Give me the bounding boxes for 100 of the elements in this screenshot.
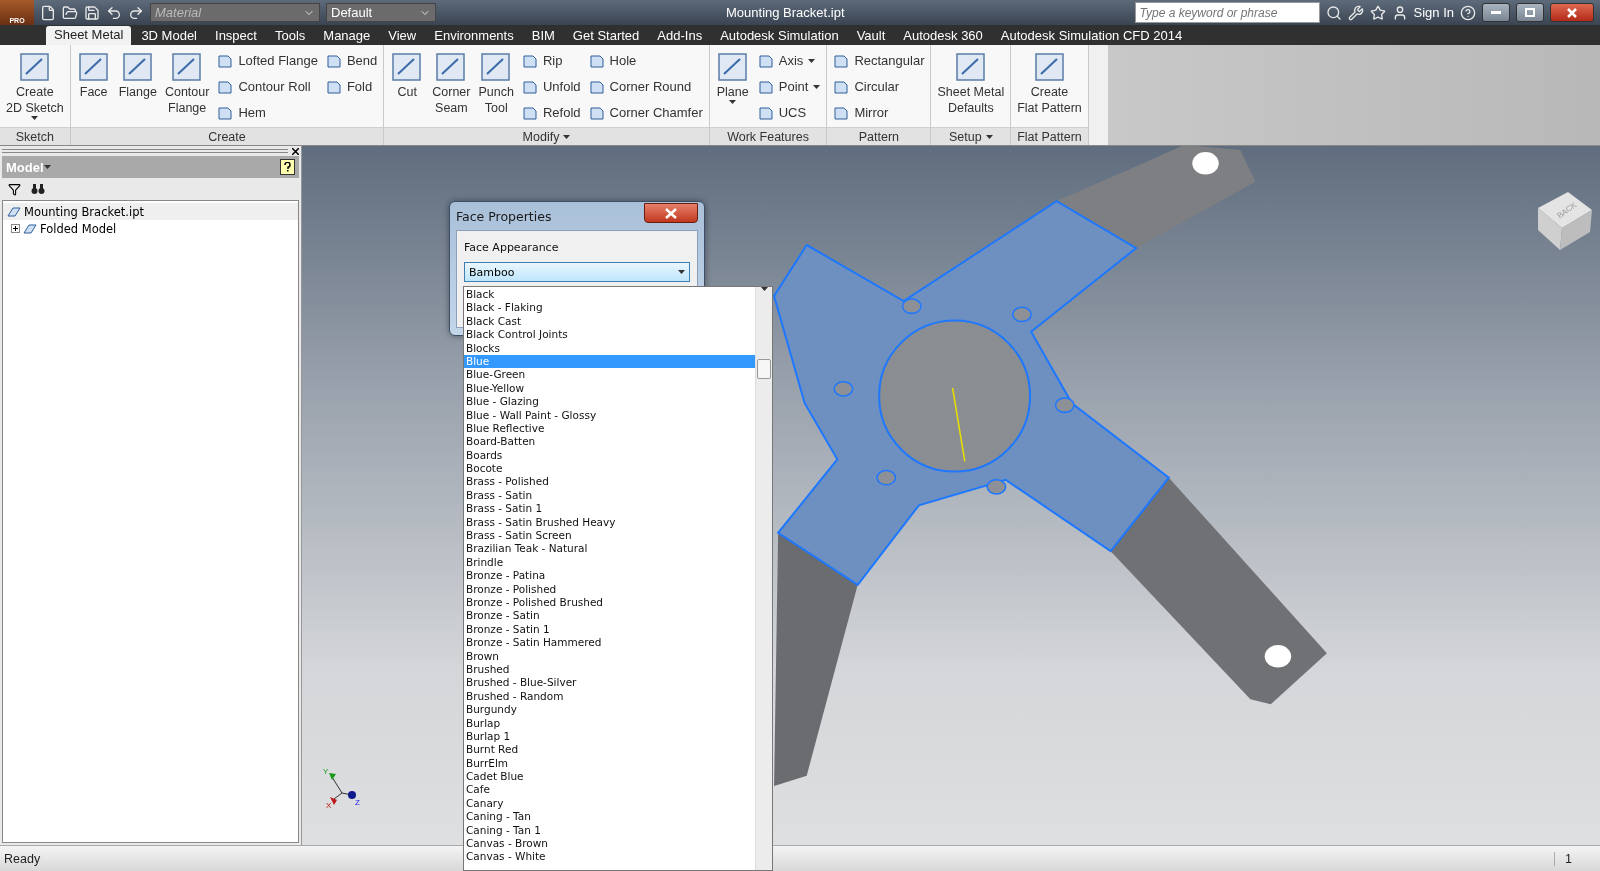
ribbon-button[interactable]: Corner Chamfer (586, 101, 705, 124)
save-icon[interactable] (84, 4, 100, 21)
ribbon-button[interactable]: Plane (713, 48, 752, 127)
binoculars-icon[interactable] (31, 183, 45, 195)
undo-icon[interactable] (106, 4, 122, 21)
dropdown-option[interactable]: Burlap (464, 716, 755, 730)
ribbon-tab[interactable]: Manage (315, 27, 379, 45)
ribbon-tab[interactable]: Environments (426, 27, 522, 45)
dropdown-option[interactable]: Bronze - Polished Brushed (464, 596, 755, 610)
dropdown-option[interactable]: Cadet Blue (464, 770, 755, 784)
dropdown-option[interactable]: Boards (464, 448, 755, 463)
search-field[interactable]: Type a keyword or phrase (1134, 2, 1320, 23)
dropdown-option[interactable]: Blue-Green (464, 368, 755, 382)
ribbon-button[interactable]: Fold (323, 75, 380, 98)
dropdown-option[interactable]: Black (464, 288, 755, 302)
filter-icon[interactable] (8, 182, 21, 196)
dropdown-option[interactable]: Bocote (464, 462, 755, 476)
ribbon-button[interactable]: Mirror (831, 101, 927, 124)
view-cube-drawing[interactable] (1538, 192, 1592, 250)
ribbon-button[interactable]: Hole (586, 49, 705, 72)
dropdown-option[interactable]: Canvas - Brown (464, 837, 755, 851)
dropdown-option[interactable]: Burnt Red (464, 743, 755, 757)
dropdown-option[interactable]: Bronze - Polished (464, 582, 755, 596)
panel-label[interactable]: Setup (931, 127, 1011, 145)
ribbon-button[interactable]: Punch Tool (476, 48, 516, 127)
dropdown-option[interactable]: Brushed - Random (464, 689, 755, 704)
dropdown-option[interactable]: Bronze - Satin Hammered (464, 636, 755, 650)
appearance-dropdown[interactable]: Default (326, 3, 436, 22)
dropdown-option[interactable]: Black - Flaking (464, 301, 755, 315)
ribbon-tab[interactable]: Autodesk Simulation (712, 27, 847, 45)
ribbon-button[interactable]: Create Flat Pattern (1015, 48, 1084, 127)
sign-in-link[interactable]: Sign In (1413, 5, 1454, 20)
ribbon-button[interactable]: Sheet Metal Defaults (935, 48, 1007, 127)
dropdown-option[interactable]: Bronze - Satin 1 (464, 622, 755, 637)
dropdown-option[interactable]: Bronze - Patina (464, 569, 755, 583)
ribbon-button[interactable]: Point (755, 75, 823, 98)
dropdown-option[interactable]: Brass - Satin Brushed Heavy (464, 515, 755, 530)
ribbon-button[interactable]: Contour Flange (162, 48, 212, 127)
ribbon-button[interactable]: Face (74, 48, 113, 127)
ribbon-button[interactable]: Circular (831, 75, 927, 98)
tree-item[interactable]: Mounting Bracket.ipt (3, 203, 298, 220)
dropdown-option[interactable]: Cafe (464, 783, 755, 797)
tree-item[interactable]: Folded Model (3, 220, 298, 237)
ribbon-button[interactable]: Hem (215, 101, 320, 124)
ribbon-tab[interactable]: View (380, 27, 425, 45)
ribbon-button[interactable]: Axis (755, 49, 823, 72)
ribbon-tab[interactable]: Autodesk Simulation CFD 2014 (992, 27, 1191, 45)
dropdown-option[interactable]: Bronze - Satin (464, 609, 755, 623)
minimize-button[interactable] (1482, 3, 1510, 22)
search-icon[interactable] (1325, 4, 1342, 21)
ribbon-button[interactable]: Unfold (519, 75, 583, 98)
dropdown-option[interactable]: Brushed - Blue-Silver (464, 676, 755, 690)
new-file-icon[interactable] (40, 4, 56, 21)
dropdown-option[interactable]: Canvas - White (464, 850, 755, 864)
ribbon-button[interactable]: Bend (323, 49, 380, 72)
dropdown-option[interactable]: Blue - Wall Paint - Glossy (464, 408, 755, 422)
dropdown-option[interactable]: Brass - Satin 1 (464, 502, 755, 516)
dropdown-option[interactable]: Brass - Satin (464, 488, 755, 503)
dropdown-option[interactable]: Burlap 1 (464, 729, 755, 744)
ribbon-button[interactable]: Corner Seam (430, 48, 473, 127)
dropdown-option[interactable]: Black Control Joints (464, 328, 755, 342)
dropdown-option[interactable]: Blue - Glazing (464, 395, 755, 409)
ribbon-tab[interactable]: Inspect (207, 27, 265, 45)
dropdown-option[interactable]: Board-Batten (464, 435, 755, 449)
ribbon-tab[interactable]: Sheet Metal (46, 26, 132, 45)
dropdown-option[interactable]: Blue-Yellow (464, 381, 755, 396)
scrollbar[interactable] (755, 287, 772, 870)
dropdown-option[interactable]: Caning - Tan 1 (464, 823, 755, 837)
ribbon-tab[interactable]: BIM (523, 27, 563, 45)
star-icon[interactable] (1369, 4, 1386, 21)
ribbon-button[interactable]: UCS (755, 101, 823, 124)
ribbon-button[interactable]: Corner Round (586, 75, 705, 98)
ribbon-button[interactable]: Create 2D Sketch (4, 48, 66, 127)
ribbon-tab[interactable]: Vault (848, 27, 894, 45)
panel-label[interactable]: Modify (384, 127, 709, 145)
ribbon-button[interactable]: Rip (519, 49, 583, 72)
help-icon[interactable] (280, 159, 295, 175)
dropdown-option[interactable]: Brindle (464, 555, 755, 570)
dropdown-option[interactable]: Canary (464, 796, 755, 811)
ribbon-button[interactable]: Rectangular (831, 49, 927, 72)
ribbon-button[interactable]: Refold (519, 101, 583, 124)
ribbon-tab[interactable]: Tools (266, 27, 314, 45)
close-button[interactable] (1550, 3, 1594, 22)
wrench-icon[interactable] (1347, 4, 1364, 21)
dropdown-option[interactable]: Caning - Tan (464, 810, 755, 824)
dropdown-option[interactable]: BurrElm (464, 756, 755, 771)
open-folder-icon[interactable] (62, 4, 78, 21)
close-icon[interactable] (292, 147, 299, 155)
close-button[interactable] (644, 203, 698, 223)
dropdown-option[interactable]: Blocks (464, 341, 755, 355)
maximize-button[interactable] (1516, 3, 1544, 22)
ribbon-tab[interactable]: Get Started (564, 27, 648, 45)
appearance-select[interactable]: Bamboo (464, 262, 690, 282)
dropdown-option[interactable]: Brass - Polished (464, 475, 755, 489)
dropdown-option[interactable]: Brass - Satin Screen (464, 529, 755, 543)
scroll-thumb[interactable] (757, 359, 771, 379)
ribbon-tab[interactable]: 3D Model (133, 27, 205, 45)
dropdown-option[interactable]: Brushed (464, 662, 755, 677)
ribbon-button[interactable]: Contour Roll (215, 75, 320, 98)
expand-icon[interactable] (11, 224, 20, 233)
